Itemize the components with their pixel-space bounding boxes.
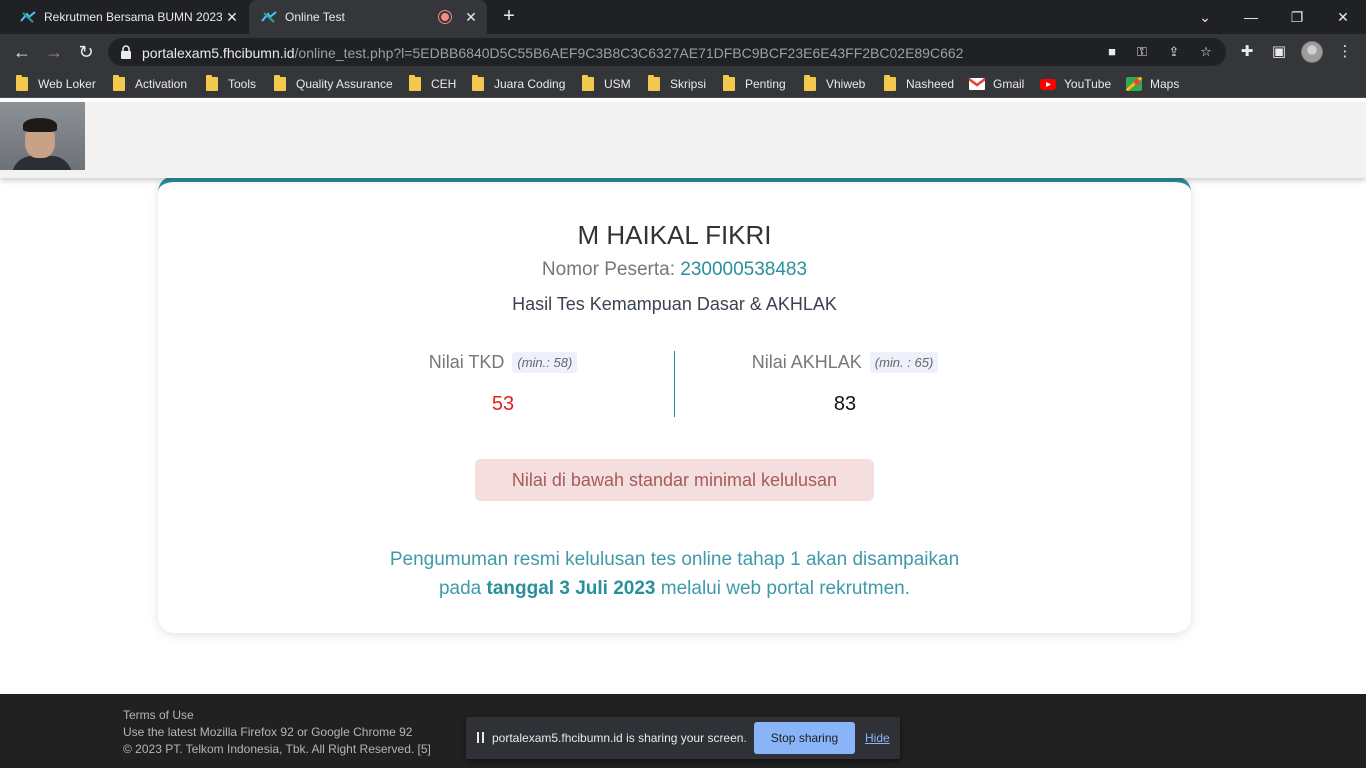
tkd-min-badge: (min.: 58)	[512, 352, 578, 373]
tab-title: Rekrutmen Bersama BUMN 2023	[44, 10, 222, 24]
folder-icon	[409, 75, 421, 91]
bookmark-youtube[interactable]: YouTube	[1040, 75, 1111, 93]
tab-online-test[interactable]: Online Test ✕	[249, 0, 487, 34]
bookmarks-bar: Web Loker Activation Tools Quality Assur…	[0, 70, 1366, 98]
screen-share-bar: portalexam5.fhcibumn.id is sharing your …	[466, 717, 900, 759]
stop-sharing-button[interactable]: Stop sharing	[754, 722, 855, 754]
announcement: Pengumuman resmi kelulusan tes online ta…	[389, 549, 960, 599]
fail-alert: Nilai di bawah standar minimal kelulusan	[475, 459, 874, 501]
browser-toolbar: ← → ↻ portalexam5.fhcibumn.id/online_tes…	[0, 34, 1366, 70]
bookmark-star-icon[interactable]: ☆	[1198, 44, 1214, 60]
tab-close-icon[interactable]: ✕	[461, 7, 481, 27]
drag-handle-icon[interactable]	[477, 732, 484, 743]
akhlak-min-badge: (min. : 65)	[869, 352, 939, 373]
bookmark-skripsi[interactable]: Skripsi	[648, 75, 706, 93]
restore-button[interactable]: ❐	[1286, 6, 1308, 28]
page-header	[0, 102, 1366, 178]
bookmark-quality-assurance[interactable]: Quality Assurance	[274, 75, 393, 93]
copyright: © 2023 PT. Telkom Indonesia, Tbk. All Ri…	[123, 742, 431, 756]
folder-icon	[113, 75, 125, 91]
tab-close-icon[interactable]: ✕	[222, 7, 242, 27]
bookmark-gmail[interactable]: Gmail	[969, 75, 1024, 93]
menu-kebab-icon[interactable]: ⋮	[1335, 42, 1355, 62]
folder-icon	[16, 75, 28, 91]
url-text: portalexam5.fhcibumn.id/online_test.php?…	[142, 45, 964, 61]
minimize-button[interactable]: —	[1240, 6, 1262, 28]
share-message: portalexam5.fhcibumn.id is sharing your …	[492, 731, 747, 745]
bookmark-maps[interactable]: Maps	[1126, 75, 1179, 93]
tkd-value: 53	[491, 393, 515, 415]
bookmark-nasheed[interactable]: Nasheed	[884, 75, 954, 93]
lock-icon	[121, 45, 131, 59]
browser-note: Use the latest Mozilla Firefox 92 or Goo…	[123, 725, 413, 739]
bookmark-tools[interactable]: Tools	[206, 75, 256, 93]
folder-icon	[804, 75, 816, 91]
bookmark-usm[interactable]: USM	[582, 75, 631, 93]
participant-number: Nomor Peserta: 230000538483	[541, 259, 808, 280]
maps-icon	[1126, 77, 1142, 91]
folder-icon	[723, 75, 735, 91]
participant-name: M HAIKAL FIKRI	[577, 220, 772, 250]
bumn-logo-icon	[20, 11, 36, 23]
terms-link[interactable]: Terms of Use	[123, 707, 431, 724]
gmail-icon	[969, 78, 985, 90]
recording-indicator-icon	[439, 11, 451, 23]
akhlak-label: Nilai AKHLAK	[751, 352, 862, 372]
tkd-score: Nilai TKD (min.: 58) 53	[333, 352, 673, 416]
extensions-icon[interactable]: ✚	[1237, 42, 1257, 62]
folder-icon	[884, 75, 896, 91]
folder-icon	[274, 75, 286, 91]
new-tab-button[interactable]: +	[498, 6, 520, 28]
reload-button[interactable]: ↻	[74, 40, 98, 64]
bookmark-ceh[interactable]: CEH	[409, 75, 456, 93]
share-icon[interactable]: ⇪	[1166, 44, 1182, 60]
camera-icon[interactable]: ■	[1104, 44, 1120, 60]
youtube-icon	[1040, 79, 1056, 90]
address-bar[interactable]: portalexam5.fhcibumn.id/online_test.php?…	[108, 38, 1226, 66]
tab-title: Online Test	[285, 10, 345, 24]
bookmark-vhiweb[interactable]: Vhiweb	[804, 75, 865, 93]
bookmark-penting[interactable]: Penting	[723, 75, 786, 93]
tkd-label: Nilai TKD	[428, 352, 505, 372]
akhlak-score: Nilai AKHLAK (min. : 65) 83	[675, 352, 1015, 416]
tab-rekrutmen[interactable]: Rekrutmen Bersama BUMN 2023 ✕	[8, 0, 248, 34]
webcam-preview	[0, 102, 85, 170]
bookmark-juara-coding[interactable]: Juara Coding	[472, 75, 565, 93]
hide-link[interactable]: Hide	[865, 731, 890, 745]
side-panel-icon[interactable]: ▣	[1269, 42, 1289, 62]
close-window-button[interactable]: ✕	[1332, 6, 1354, 28]
akhlak-value: 83	[833, 393, 857, 415]
tab-strip: Rekrutmen Bersama BUMN 2023 ✕ Online Tes…	[0, 0, 1366, 34]
result-subtitle: Hasil Tes Kemampuan Dasar & AKHLAK	[512, 294, 837, 314]
key-icon[interactable]: ⚿	[1134, 44, 1150, 60]
result-card: M HAIKAL FIKRI Nomor Peserta: 2300005384…	[158, 176, 1191, 633]
bookmark-web-loker[interactable]: Web Loker	[16, 75, 96, 93]
folder-icon	[206, 75, 218, 91]
folder-icon	[648, 75, 660, 91]
back-button[interactable]: ←	[10, 40, 34, 64]
forward-button[interactable]: →	[42, 40, 66, 64]
folder-icon	[472, 75, 484, 91]
bookmark-activation[interactable]: Activation	[113, 75, 187, 93]
bumn-logo-icon	[261, 11, 277, 23]
profile-avatar[interactable]	[1301, 41, 1323, 63]
folder-icon	[582, 75, 594, 91]
announcement-date: tanggal 3 Juli 2023	[486, 578, 656, 599]
tab-search-icon[interactable]: ⌄	[1194, 6, 1216, 28]
